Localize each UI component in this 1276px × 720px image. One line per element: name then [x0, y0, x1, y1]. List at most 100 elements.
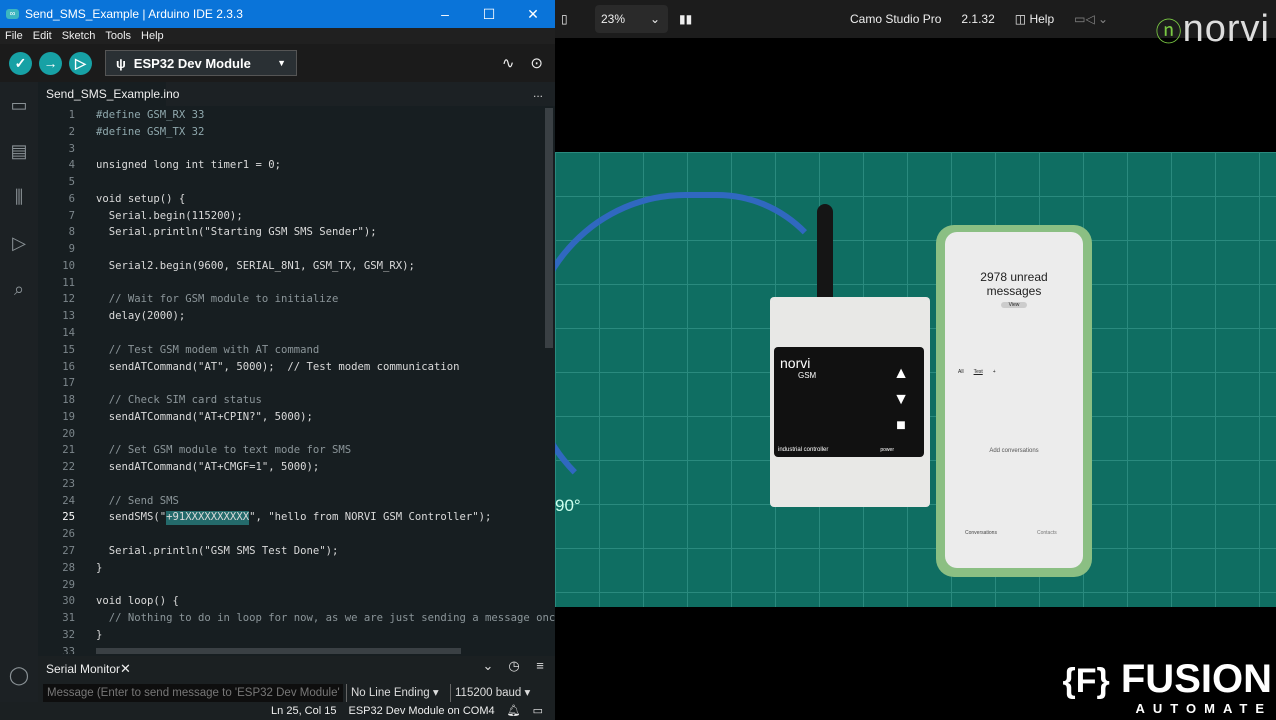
debug-icon[interactable]: ▷ — [0, 220, 38, 266]
board-selector[interactable]: ψ ESP32 Dev Module ▼ — [105, 50, 297, 76]
line-number: 1 — [68, 109, 75, 121]
serial-plotter-icon[interactable]: ∿ — [502, 54, 515, 72]
menu-file[interactable]: File — [5, 28, 23, 44]
tab-send-sms-example[interactable]: Send_SMS_Example.ino — [38, 82, 179, 106]
code-line[interactable]: delay(2000); — [96, 308, 186, 325]
serial-monitor-icon[interactable]: ⊙ — [530, 54, 543, 72]
line-number: 22 — [62, 461, 75, 474]
up-button-icon: ▲ — [893, 365, 909, 382]
code-line[interactable]: sendSMS("+91XXXXXXXXXX", "hello from NOR… — [96, 509, 492, 526]
usb-icon: ψ — [116, 55, 126, 71]
menu-help[interactable]: Help — [141, 28, 164, 44]
app-version: 2.1.32 — [961, 12, 995, 26]
code-line[interactable]: Serial.println("GSM SMS Test Done"); — [96, 543, 339, 560]
menu-tools[interactable]: Tools — [105, 28, 131, 44]
device-caption: industrial controller — [778, 447, 829, 453]
line-number: 28 — [62, 561, 75, 574]
code-line[interactable]: } — [96, 560, 102, 577]
code-line[interactable]: unsigned long int timer1 = 0; — [96, 157, 281, 174]
code-line[interactable]: // Test GSM modem with AT command — [96, 342, 319, 359]
line-ending-select[interactable]: No Line Ending ▾ — [346, 684, 444, 702]
code-editor[interactable]: 1 #define GSM_RX 33 2 #define GSM_TX 32 3 4 un… — [38, 106, 555, 654]
code-line[interactable]: // Wait for GSM module to initialize — [96, 291, 339, 308]
line-ending-value: No Line Ending — [351, 687, 430, 699]
minimize-button[interactable]: – — [423, 6, 467, 23]
code-line[interactable]: sendATCommand("AT+CMGF=1", 5000); — [96, 459, 319, 476]
code-line[interactable]: sendATCommand("AT+CPIN?", 5000); — [96, 409, 313, 426]
pause-icon[interactable]: ▮▮ — [679, 12, 692, 26]
app-name: Camo Studio Pro — [850, 12, 942, 26]
folder-icon[interactable]: ▭ — [0, 82, 38, 128]
window-title: Send_SMS_Example | Arduino IDE 2.3.3 — [25, 7, 243, 21]
line-number: 15 — [62, 343, 75, 356]
unread-count: 2978 unread messages — [980, 270, 1048, 298]
bell-icon[interactable]: 🔔︎ — [507, 702, 521, 720]
chevron-down-icon: ▼ — [277, 58, 286, 68]
activity-sidebar: ▭ ▤ ⫼ ▷ ⌕ ◯ — [0, 82, 38, 720]
device-brand: norvi — [780, 355, 811, 371]
code-line[interactable]: Serial.begin(115200); — [96, 208, 243, 225]
baud-rate-select[interactable]: 115200 baud ▾ — [450, 684, 550, 702]
automate-text: AUTOMATE — [1135, 701, 1272, 716]
line-number: 9 — [68, 243, 75, 256]
code-line[interactable]: // Nothing to do in loop for now, as we … — [96, 610, 555, 627]
line-number: 29 — [62, 578, 75, 591]
code-line[interactable]: Serial.println("Starting GSM SMS Sender"… — [96, 224, 377, 241]
title-bar: ∞ Send_SMS_Example | Arduino IDE 2.3.3 –… — [0, 0, 555, 28]
serial-message-input[interactable]: Message (Enter to send message to 'ESP32… — [43, 684, 343, 702]
menu-sketch[interactable]: Sketch — [62, 28, 96, 44]
help-button[interactable]: ◫ Help — [1015, 12, 1054, 26]
code-line[interactable]: // Send SMS — [96, 493, 179, 510]
line-number: 3 — [68, 142, 75, 155]
more-options-icon[interactable]: ... — [533, 86, 543, 100]
horizontal-scrollbar[interactable] — [96, 648, 461, 654]
code-line[interactable]: void setup() { — [96, 191, 185, 208]
timestamp-icon[interactable]: ◷ — [505, 658, 523, 674]
camera-icon[interactable]: ▭◁ ⌄ — [1074, 12, 1108, 26]
line-number: 4 — [68, 159, 75, 172]
help-label: Help — [1029, 12, 1055, 26]
tab-all: All — [958, 369, 964, 375]
code-line[interactable]: // Check SIM card status — [96, 392, 262, 409]
arduino-logo-icon: ∞ — [6, 9, 19, 19]
zoom-value: 23% — [601, 12, 626, 26]
vertical-scrollbar[interactable] — [545, 108, 553, 348]
device-front: norvi GSM ▲ ▼ ■ industrial controller powe… — [774, 347, 924, 457]
status-bar: Ln 25, Col 15 ESP32 Dev Module on COM4 🔔… — [0, 702, 555, 720]
clear-output-icon[interactable]: ≡ — [531, 658, 549, 674]
add-conversations: Add conversations — [989, 448, 1039, 454]
code-line[interactable]: Serial2.begin(9600, SERIAL_8N1, GSM_TX, … — [96, 258, 415, 275]
sidebar-toggle-icon[interactable]: ▯ — [561, 12, 568, 26]
debug-button[interactable]: ▷ — [69, 51, 92, 75]
boards-manager-icon[interactable]: ▤ — [0, 128, 38, 174]
close-icon[interactable]: ✕ — [120, 661, 131, 677]
norvi-watermark: ⓝnorvi — [1155, 8, 1270, 50]
account-icon[interactable]: ◯ — [0, 652, 38, 698]
cursor-position: Ln 25, Col 15 — [271, 705, 337, 717]
zoom-select[interactable]: 23% ⌄ — [595, 5, 668, 33]
search-icon[interactable]: ⌕ — [0, 266, 38, 312]
line-number: 6 — [68, 192, 75, 205]
code-line[interactable]: #define GSM_RX 33 — [96, 107, 204, 124]
serial-monitor-tab[interactable]: Serial Monitor — [46, 662, 120, 676]
fusion-text: FUSION — [1120, 657, 1272, 701]
view-button: View — [1001, 302, 1027, 308]
maximize-button[interactable]: ☐ — [467, 6, 511, 23]
close-button[interactable]: ✕ — [511, 6, 555, 23]
line-number: 2 — [68, 125, 75, 138]
verify-button[interactable]: ✓ — [9, 51, 32, 75]
upload-button[interactable]: → — [39, 51, 62, 75]
code-line[interactable]: #define GSM_TX 32 — [96, 124, 204, 141]
menu-edit[interactable]: Edit — [33, 28, 52, 44]
panel-toggle-icon[interactable]: ▭ — [533, 702, 543, 720]
line-number: 32 — [62, 628, 75, 641]
autoscroll-icon[interactable]: ⌄ — [479, 658, 497, 674]
code-line[interactable]: // Set GSM module to text mode for SMS — [96, 442, 351, 459]
library-manager-icon[interactable]: ⫼ — [0, 174, 38, 220]
line-number: 17 — [62, 377, 75, 390]
camera-preview: norvi GSM ▲ ▼ ■ industrial controller powe… — [555, 152, 1276, 607]
code-line[interactable]: void loop() { — [96, 593, 179, 610]
code-line[interactable]: sendATCommand("AT", 5000); // Test modem… — [96, 359, 460, 376]
code-line[interactable]: } — [96, 627, 102, 644]
enter-button-icon: ■ — [896, 417, 906, 434]
